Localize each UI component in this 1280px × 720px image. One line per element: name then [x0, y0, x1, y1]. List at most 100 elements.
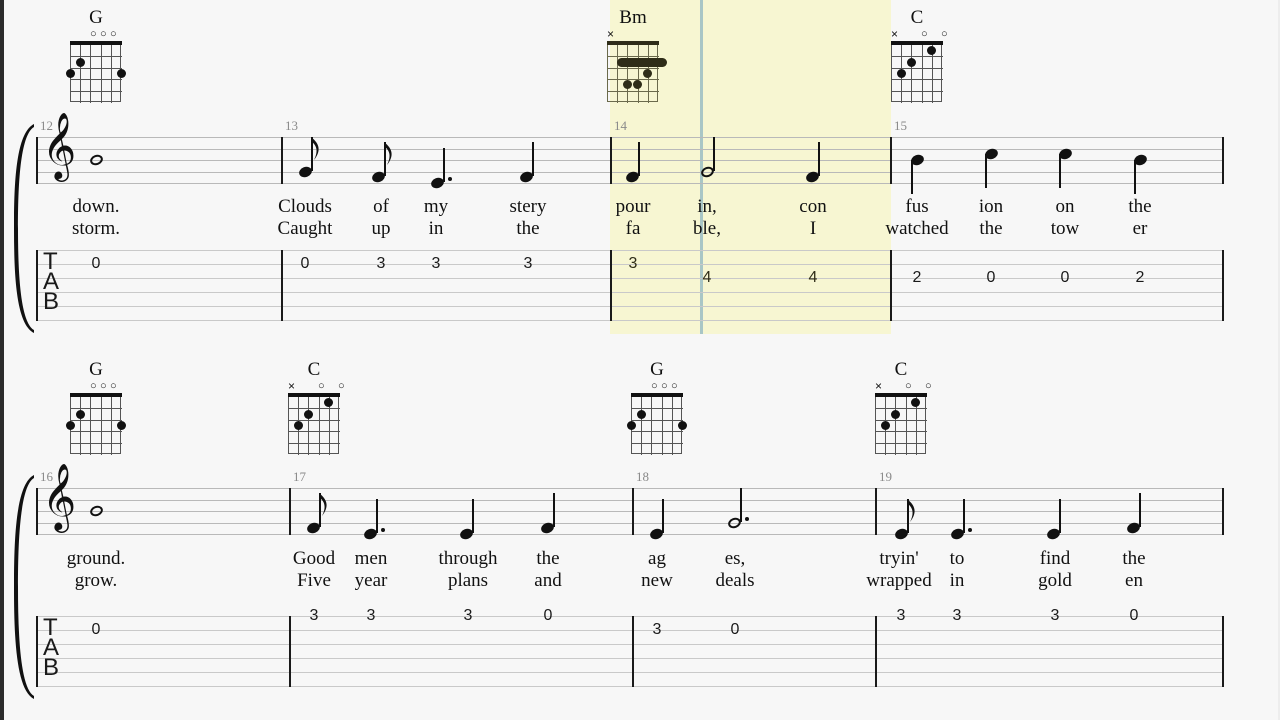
- lyric-verse-1: the: [1128, 196, 1152, 217]
- barline: [36, 616, 38, 687]
- chord-name: C: [307, 359, 321, 380]
- barline: [632, 616, 634, 687]
- lyric-syllable: the er: [1128, 196, 1151, 240]
- lyric-verse-2: tow: [1050, 218, 1080, 239]
- tab-fret-number: 3: [463, 607, 473, 624]
- fret-string-line: [318, 397, 320, 455]
- augmentation-dot: [968, 528, 972, 532]
- fret-string-line: [905, 397, 907, 455]
- tab-fret-number: 0: [300, 255, 310, 272]
- note-stem: [1139, 493, 1141, 528]
- barline: [281, 137, 283, 184]
- tab-clef-letter: B: [43, 288, 60, 315]
- staff-line: [36, 511, 1222, 512]
- fret-wire: [70, 419, 122, 421]
- lyric-verse-1: in,: [697, 196, 717, 217]
- chord-grid: [65, 41, 126, 103]
- note-stem: [376, 499, 378, 533]
- lyric-verse-2: er: [1132, 218, 1148, 239]
- staff-line: [36, 183, 1222, 184]
- tab-line: [36, 320, 1222, 321]
- lyric-syllable: fus watched: [885, 196, 948, 240]
- fret-string-line: [617, 45, 619, 103]
- lyric-verse-2: I: [809, 218, 817, 239]
- lyric-verse-2: the: [979, 218, 1003, 239]
- lyric-verse-1: my: [423, 196, 449, 217]
- lyric-syllable: Clouds Caught: [278, 196, 333, 240]
- fret-wire: [288, 431, 340, 433]
- tab-line: [36, 644, 1222, 645]
- chord-name: G: [89, 359, 103, 380]
- measure-number: 19: [879, 469, 892, 484]
- note-stem: [638, 142, 640, 177]
- tab-line: [36, 278, 1222, 279]
- tab-fret-number: 0: [986, 269, 996, 286]
- barline: [610, 250, 612, 321]
- tab-fret-number: 3: [523, 255, 533, 272]
- fret-string-line: [90, 45, 92, 103]
- lyric-verse-2: deals: [715, 570, 755, 591]
- chord-string-markers: × ○ ○: [886, 28, 948, 41]
- fret-string-line: [80, 397, 82, 455]
- fret-wire: [70, 442, 122, 444]
- lyric-syllable: of up: [372, 196, 391, 240]
- lyric-verse-1: ion: [978, 196, 1004, 217]
- lyric-verse-1: Clouds: [278, 196, 332, 217]
- barline: [281, 250, 283, 321]
- note-flag: [907, 499, 916, 522]
- chord-finger-dot: [636, 409, 646, 419]
- tab-fret-number: 3: [1050, 607, 1060, 624]
- barline: [875, 616, 877, 687]
- note-flag: [319, 493, 328, 517]
- lyric-syllable: ag new: [641, 548, 673, 592]
- staff-line: [36, 534, 1222, 535]
- note-stem: [553, 493, 555, 528]
- fret-wire: [607, 67, 659, 69]
- lyric-verse-1: ag: [648, 548, 666, 569]
- tab-fret-number: 0: [730, 621, 740, 638]
- tab-line: [36, 306, 1222, 307]
- lyric-verse-2: fa: [625, 218, 641, 239]
- lyric-syllable: on tow: [1051, 196, 1080, 240]
- tab-fret-number: 3: [896, 607, 906, 624]
- chord-diagram-c: C × ○ ○: [870, 360, 932, 455]
- fret-string-line: [100, 397, 102, 455]
- chord-finger-dot: [116, 421, 126, 430]
- lyric-syllable: ion the: [979, 196, 1003, 240]
- measure-number: 16: [40, 469, 53, 484]
- measure-number: 13: [285, 118, 298, 133]
- lyric-verse-1: the: [536, 548, 560, 569]
- barline: [1222, 250, 1224, 321]
- chord-diagram-g: G ○ ○ ○: [65, 8, 127, 103]
- fret-wire: [70, 90, 122, 92]
- tab-fret-number: 4: [808, 269, 818, 286]
- lyric-syllable: es, deals: [715, 548, 754, 592]
- barline: [890, 250, 892, 321]
- measure-number: 18: [636, 469, 649, 484]
- augmentation-dot: [745, 516, 749, 521]
- lyric-syllable: to in: [950, 548, 965, 592]
- fret-wire: [891, 79, 943, 81]
- lyric-verse-1: ground.: [66, 548, 126, 569]
- tab-fret-number: 0: [91, 255, 101, 272]
- system-bracket: [14, 123, 38, 334]
- tab-fret-number: 3: [952, 607, 962, 624]
- tab-fret-number: 3: [431, 255, 441, 272]
- lyric-verse-2: Caught: [277, 218, 333, 239]
- lyric-syllable: down. storm.: [72, 196, 120, 240]
- open-string-icon: ○: [338, 380, 345, 392]
- fret-wire: [70, 56, 122, 58]
- barline: [36, 250, 38, 321]
- lyric-syllable: con I: [799, 196, 826, 240]
- chord-name: G: [89, 7, 103, 28]
- lyric-syllable: in, ble,: [693, 196, 721, 240]
- chord-name: Bm: [619, 7, 647, 28]
- chord-barre: [617, 57, 667, 67]
- note-stem: [911, 160, 913, 194]
- chord-string-markers: ×: [602, 28, 664, 41]
- fret-wire: [631, 442, 683, 444]
- fret-string-line: [911, 45, 913, 103]
- staff-line: [36, 137, 1222, 138]
- chord-fretbox: [70, 45, 121, 102]
- lyric-syllable: tryin' wrapped: [866, 548, 931, 592]
